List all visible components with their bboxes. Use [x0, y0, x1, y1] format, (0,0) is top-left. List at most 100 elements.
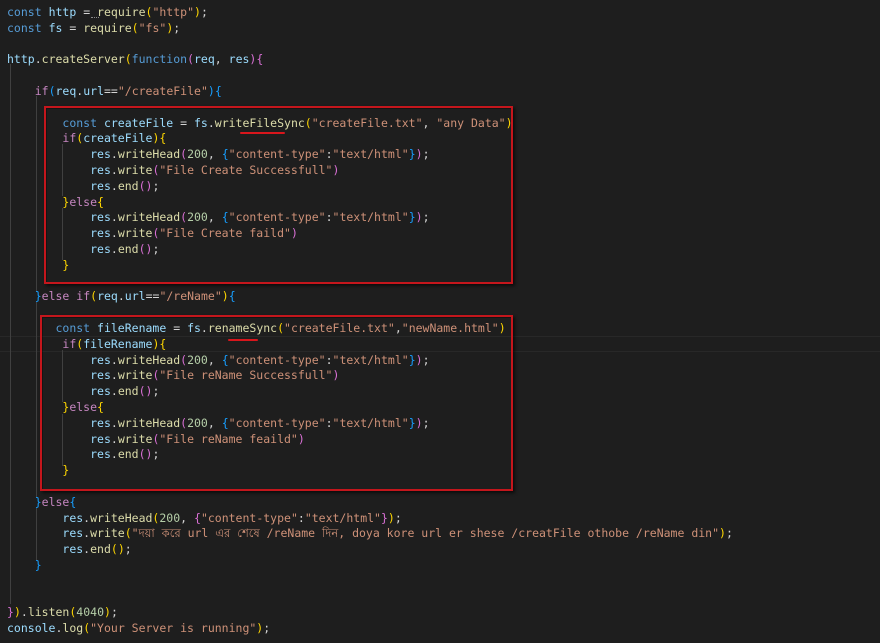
code-token: . — [110, 178, 118, 193]
code-line[interactable]: res.writeHead(200, {"content-type":"text… — [7, 415, 429, 431]
code-token: ( — [48, 84, 56, 98]
code-token: , — [207, 210, 222, 225]
code-token: res — [62, 526, 84, 541]
code-token: "File reName feaild" — [159, 431, 298, 446]
code-line[interactable]: res.write("File reName Successfull") — [7, 367, 339, 383]
code-line[interactable]: } — [7, 557, 42, 573]
code-line[interactable]: res.writeHead(200, {"content-type":"text… — [7, 352, 429, 368]
code-token: . — [117, 289, 125, 304]
code-token: ; — [263, 621, 271, 636]
code-line[interactable]: if(createFile){ — [7, 130, 166, 146]
code-token: } — [7, 605, 14, 620]
code-line[interactable]: res.end(); — [7, 446, 159, 462]
code-line[interactable]: }).listen(4040); — [7, 604, 118, 620]
code-line[interactable]: } — [7, 462, 69, 478]
code-token: 200 — [187, 147, 208, 162]
code-token: createFile — [103, 115, 174, 130]
require-hint-underline — [91, 16, 99, 18]
code-token: function — [131, 52, 188, 67]
code-token: write — [117, 368, 153, 383]
code-token: createServer — [41, 52, 125, 67]
code-line[interactable]: res.writeHead(200, {"content-type":"text… — [7, 510, 402, 526]
code-token: = — [166, 321, 188, 335]
code-token: } — [34, 289, 42, 304]
code-line[interactable]: res.write("File Create faild") — [7, 225, 298, 241]
code-token: { — [159, 336, 167, 351]
code-token: == — [145, 289, 160, 304]
code-token: } — [62, 463, 70, 478]
code-token: ) — [13, 605, 21, 620]
code-line[interactable]: http.createServer(function(req, res){ — [7, 51, 263, 67]
code-line[interactable]: const fs = require("fs"); — [7, 20, 180, 36]
code-token: = — [62, 20, 84, 35]
code-token: . — [110, 431, 118, 446]
code-line[interactable]: }else{ — [7, 494, 77, 510]
code-token: : — [297, 510, 305, 525]
code-token: } — [408, 210, 416, 225]
code-line[interactable]: res.writeHead(200, {"content-type":"text… — [7, 209, 430, 225]
code-token: res — [90, 210, 111, 225]
code-editor[interactable]: const http = require("http"); const fs = … — [0, 0, 880, 643]
code-token: write — [90, 526, 125, 541]
code-token: , — [180, 510, 194, 525]
code-token: "content-type" — [228, 210, 326, 225]
code-token: ; — [422, 147, 430, 162]
code-token: console — [7, 621, 56, 636]
code-token: } — [380, 510, 388, 525]
code-token: res — [90, 163, 111, 177]
underline-writeFileSync — [240, 132, 285, 134]
code-line[interactable]: res.write("File Create Successfull") — [7, 162, 339, 178]
code-line[interactable]: res.end(); — [7, 541, 131, 557]
code-line[interactable]: res.writeHead(200, {"content-type":"text… — [7, 146, 430, 162]
code-token: "File Create faild" — [159, 226, 291, 241]
code-token: } — [62, 257, 70, 272]
code-token: res — [62, 510, 84, 525]
code-token: { — [97, 400, 104, 414]
code-line[interactable]: } — [7, 257, 69, 273]
code-line[interactable]: res.end(); — [7, 241, 159, 257]
code-line[interactable]: }else if(req.url=="/reName"){ — [7, 288, 236, 304]
code-line[interactable]: const createFile = fs.writeFileSync("cre… — [7, 115, 512, 131]
code-token: "content-type" — [228, 352, 326, 367]
code-token: . — [110, 210, 118, 225]
code-token: } — [408, 352, 416, 367]
code-line[interactable]: res.end(); — [7, 383, 159, 399]
code-token: res — [90, 242, 111, 256]
code-token: ( — [138, 384, 146, 399]
code-token: { — [221, 210, 229, 225]
code-token: res — [90, 178, 111, 193]
code-line[interactable]: const http = require("http"); — [7, 4, 208, 20]
code-token: ; — [394, 510, 402, 525]
code-token: 200 — [187, 210, 208, 225]
code-token: . — [110, 447, 118, 462]
code-token: { — [228, 289, 236, 304]
code-line[interactable]: if(fileRename){ — [7, 336, 166, 352]
code-line[interactable]: res.write("File reName feaild") — [7, 431, 305, 447]
code-token: { — [97, 194, 104, 209]
code-line[interactable]: const fileRename = fs.renameSync("create… — [7, 320, 505, 336]
code-token: "content-type" — [200, 510, 298, 525]
code-line[interactable]: res.write("দয়া করে url এর শেষে /reName … — [7, 525, 733, 541]
code-token: res — [90, 415, 111, 430]
code-token: } — [34, 558, 42, 572]
code-line[interactable]: console.log("Your Server is running"); — [7, 620, 270, 636]
code-line[interactable]: res.end(); — [7, 178, 159, 194]
code-token: require — [97, 5, 146, 19]
code-token: writeHead — [117, 415, 181, 430]
code-token: ; — [152, 178, 160, 193]
code-line[interactable]: }else{ — [7, 194, 104, 210]
code-line[interactable]: if(req.url=="/createFile"){ — [7, 83, 222, 99]
code-line[interactable]: }else{ — [7, 399, 104, 415]
code-token: ; — [422, 210, 430, 225]
